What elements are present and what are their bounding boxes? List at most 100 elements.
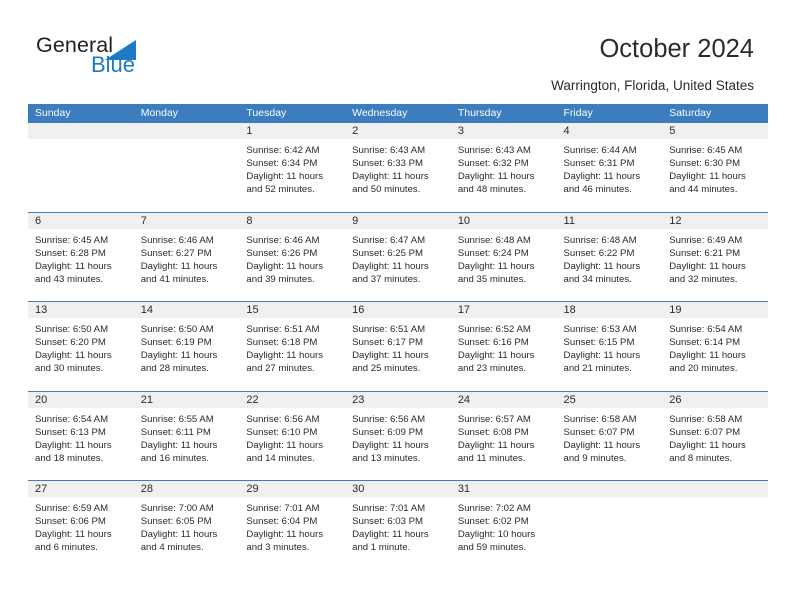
day-number-band: 10 xyxy=(450,212,557,230)
dow-saturday: Saturday xyxy=(669,107,712,119)
calendar-day-cell[interactable]: 21 Sunrise: 6:55 AM Sunset: 6:11 PM Dayligh… xyxy=(133,391,240,480)
calendar-day-cell[interactable]: 17 Sunrise: 6:52 AM Sunset: 6:16 PM Dayligh… xyxy=(450,302,557,391)
calendar-day-cell[interactable]: 19 Sunrise: 6:54 AM Sunset: 6:14 PM Dayligh… xyxy=(662,302,768,391)
daylight-text-line1: Daylight: 11 hours xyxy=(140,260,218,272)
daylight-text-line2: and 13 minutes. xyxy=(352,452,421,464)
sunrise-text: Sunrise: 6:46 AM xyxy=(246,234,320,246)
calendar-day-cell[interactable]: 30 Sunrise: 7:01 AM Sunset: 6:03 PM Dayligh… xyxy=(345,481,451,570)
calendar-day-cell-empty xyxy=(662,481,768,570)
calendar-day-cell[interactable]: 18 Sunrise: 6:53 AM Sunset: 6:15 PM Dayligh… xyxy=(556,302,663,391)
calendar-day-cell[interactable]: 8 Sunrise: 6:46 AM Sunset: 6:26 PM Daylight… xyxy=(239,212,346,301)
day-number: 29 xyxy=(246,483,259,495)
calendar-day-cell[interactable]: 3 Sunrise: 6:43 AM Sunset: 6:32 PM Daylight… xyxy=(450,123,557,212)
day-number-band: 15 xyxy=(239,302,346,319)
day-sun-info: Sunrise: 6:46 AM Sunset: 6:27 PM Daylight:… xyxy=(134,230,240,286)
daylight-text-line2: and 1 minute. xyxy=(352,542,411,554)
day-sun-info: Sunrise: 6:43 AM Sunset: 6:32 PM Daylight:… xyxy=(451,140,557,196)
general-blue-logo[interactable]: General Blue xyxy=(36,33,236,83)
daylight-text-line1: Daylight: 11 hours xyxy=(35,439,112,451)
day-number: 8 xyxy=(246,214,253,227)
day-number-band: 14 xyxy=(133,302,240,319)
sunrise-text: Sunrise: 6:56 AM xyxy=(352,413,426,425)
day-sun-info: Sunrise: 6:59 AM Sunset: 6:06 PM Daylight:… xyxy=(28,498,134,554)
daylight-text-line2: and 37 minutes. xyxy=(352,273,421,285)
sunrise-text: Sunrise: 7:00 AM xyxy=(140,503,214,514)
calendar-day-cell[interactable]: 2 Sunrise: 6:43 AM Sunset: 6:33 PM Daylight… xyxy=(345,123,451,212)
sunrise-text: Sunrise: 6:42 AM xyxy=(246,145,320,156)
sunrise-text: Sunrise: 6:45 AM xyxy=(35,234,109,246)
calendar-day-cell[interactable]: 12 Sunrise: 6:49 AM Sunset: 6:21 PM Dayligh… xyxy=(662,212,768,301)
calendar-day-cell[interactable]: 31 Sunrise: 7:02 AM Sunset: 6:02 PM Dayligh… xyxy=(450,481,557,570)
daylight-text-line2: and 39 minutes. xyxy=(246,273,315,285)
calendar-day-cell[interactable]: 1 Sunrise: 6:42 AM Sunset: 6:34 PM Daylight… xyxy=(239,123,346,212)
sunrise-text: Sunrise: 6:56 AM xyxy=(246,413,320,425)
daylight-text-line2: and 16 minutes. xyxy=(140,452,209,464)
calendar-day-cell[interactable]: 4 Sunrise: 6:44 AM Sunset: 6:31 PM Daylight… xyxy=(556,123,663,212)
day-number: 24 xyxy=(457,393,471,406)
daylight-text-line1: Daylight: 11 hours xyxy=(140,529,218,541)
day-sun-info: Sunrise: 6:51 AM Sunset: 6:18 PM Daylight:… xyxy=(239,319,345,375)
day-number-band: 30 xyxy=(345,481,451,498)
daylight-text-line1: Daylight: 11 hours xyxy=(246,260,324,272)
sunrise-text: Sunrise: 6:58 AM xyxy=(669,413,743,425)
calendar-day-cell[interactable]: 6 Sunrise: 6:45 AM Sunset: 6:28 PM Daylight… xyxy=(28,212,134,301)
calendar-day-cell[interactable]: 23 Sunrise: 6:56 AM Sunset: 6:09 PM Dayligh… xyxy=(345,391,451,480)
day-number: 26 xyxy=(669,393,682,406)
sunset-text: Sunset: 6:13 PM xyxy=(35,426,106,438)
daylight-text-line1: Daylight: 11 hours xyxy=(669,260,746,272)
calendar-day-cell[interactable]: 11 Sunrise: 6:48 AM Sunset: 6:22 PM Dayligh… xyxy=(556,212,663,301)
day-number-band: 28 xyxy=(133,481,240,498)
day-sun-info: Sunrise: 6:48 AM Sunset: 6:22 PM Daylight:… xyxy=(557,230,663,286)
sunrise-text: Sunrise: 6:58 AM xyxy=(563,413,637,425)
calendar-day-cell[interactable]: 20 Sunrise: 6:54 AM Sunset: 6:13 PM Dayligh… xyxy=(28,391,134,480)
daylight-text-line1: Daylight: 11 hours xyxy=(246,529,324,541)
day-number: 13 xyxy=(35,304,48,316)
calendar-day-cell[interactable]: 10 Sunrise: 6:48 AM Sunset: 6:24 PM Dayligh… xyxy=(450,212,557,301)
calendar-day-cell[interactable]: 15 Sunrise: 6:51 AM Sunset: 6:18 PM Dayligh… xyxy=(239,302,346,391)
day-sun-info: Sunrise: 6:56 AM Sunset: 6:09 PM Daylight:… xyxy=(345,409,451,465)
daylight-text-line2: and 23 minutes. xyxy=(457,363,527,375)
sunset-text: Sunset: 6:20 PM xyxy=(35,337,106,349)
day-number-band: 9 xyxy=(345,212,451,230)
sunrise-text: Sunrise: 6:52 AM xyxy=(457,324,531,335)
day-number: 28 xyxy=(140,483,153,495)
calendar-day-cell[interactable]: 7 Sunrise: 6:46 AM Sunset: 6:27 PM Daylight… xyxy=(133,212,240,301)
calendar-day-cell[interactable]: 14 Sunrise: 6:50 AM Sunset: 6:19 PM Dayligh… xyxy=(133,302,240,391)
daylight-text-line1: Daylight: 11 hours xyxy=(457,260,535,272)
day-number-band: 20 xyxy=(28,391,134,409)
day-number: 18 xyxy=(563,304,576,316)
daylight-text-line1: Daylight: 11 hours xyxy=(669,171,746,183)
day-sun-info: Sunrise: 6:53 AM Sunset: 6:15 PM Daylight:… xyxy=(557,319,663,375)
calendar-day-cell[interactable]: 27 Sunrise: 6:59 AM Sunset: 6:06 PM Dayligh… xyxy=(28,481,134,570)
day-sun-info: Sunrise: 6:46 AM Sunset: 6:26 PM Daylight:… xyxy=(239,230,345,286)
sunrise-text: Sunrise: 6:43 AM xyxy=(457,145,531,156)
day-number: 25 xyxy=(563,393,576,406)
dow-thursday: Thursday xyxy=(457,107,502,119)
sunset-text: Sunset: 6:30 PM xyxy=(669,158,741,170)
day-of-week-header: Sunday Monday Tuesday Wednesday Thursday… xyxy=(28,104,768,123)
sunrise-text: Sunrise: 6:43 AM xyxy=(352,145,426,156)
daylight-text-line1: Daylight: 11 hours xyxy=(457,439,535,451)
daylight-text-line2: and 20 minutes. xyxy=(669,363,738,375)
calendar-day-cell[interactable]: 24 Sunrise: 6:57 AM Sunset: 6:08 PM Dayligh… xyxy=(450,391,557,480)
daylight-text-line2: and 27 minutes. xyxy=(246,363,315,375)
calendar-day-cell[interactable]: 28 Sunrise: 7:00 AM Sunset: 6:05 PM Dayligh… xyxy=(133,481,240,570)
daylight-text-line1: Daylight: 11 hours xyxy=(246,171,324,183)
calendar-day-cell[interactable]: 25 Sunrise: 6:58 AM Sunset: 6:07 PM Dayligh… xyxy=(556,391,663,480)
sunset-text: Sunset: 6:11 PM xyxy=(140,426,211,438)
day-number-band: 18 xyxy=(556,302,663,319)
day-sun-info: Sunrise: 6:44 AM Sunset: 6:31 PM Daylight:… xyxy=(557,140,663,196)
calendar-day-cell[interactable]: 26 Sunrise: 6:58 AM Sunset: 6:07 PM Dayligh… xyxy=(662,391,768,480)
calendar-day-cell[interactable]: 5 Sunrise: 6:45 AM Sunset: 6:30 PM Daylight… xyxy=(662,123,768,212)
calendar-day-cell[interactable]: 22 Sunrise: 6:56 AM Sunset: 6:10 PM Dayligh… xyxy=(239,391,346,480)
daylight-text-line2: and 52 minutes. xyxy=(246,184,315,196)
calendar-day-cell[interactable]: 13 Sunrise: 6:50 AM Sunset: 6:20 PM Dayligh… xyxy=(28,302,134,391)
sunset-text: Sunset: 6:04 PM xyxy=(246,516,318,528)
day-number-band xyxy=(662,481,768,498)
daylight-text-line2: and 8 minutes. xyxy=(669,452,733,464)
day-sun-info: Sunrise: 6:52 AM Sunset: 6:16 PM Daylight:… xyxy=(451,319,557,375)
calendar-day-cell[interactable]: 16 Sunrise: 6:51 AM Sunset: 6:17 PM Dayligh… xyxy=(345,302,451,391)
day-sun-info: Sunrise: 7:02 AM Sunset: 6:02 PM Daylight:… xyxy=(451,498,557,554)
calendar-day-cell[interactable]: 9 Sunrise: 6:47 AM Sunset: 6:25 PM Daylight… xyxy=(345,212,451,301)
calendar-day-cell[interactable]: 29 Sunrise: 7:01 AM Sunset: 6:04 PM Dayligh… xyxy=(239,481,346,570)
